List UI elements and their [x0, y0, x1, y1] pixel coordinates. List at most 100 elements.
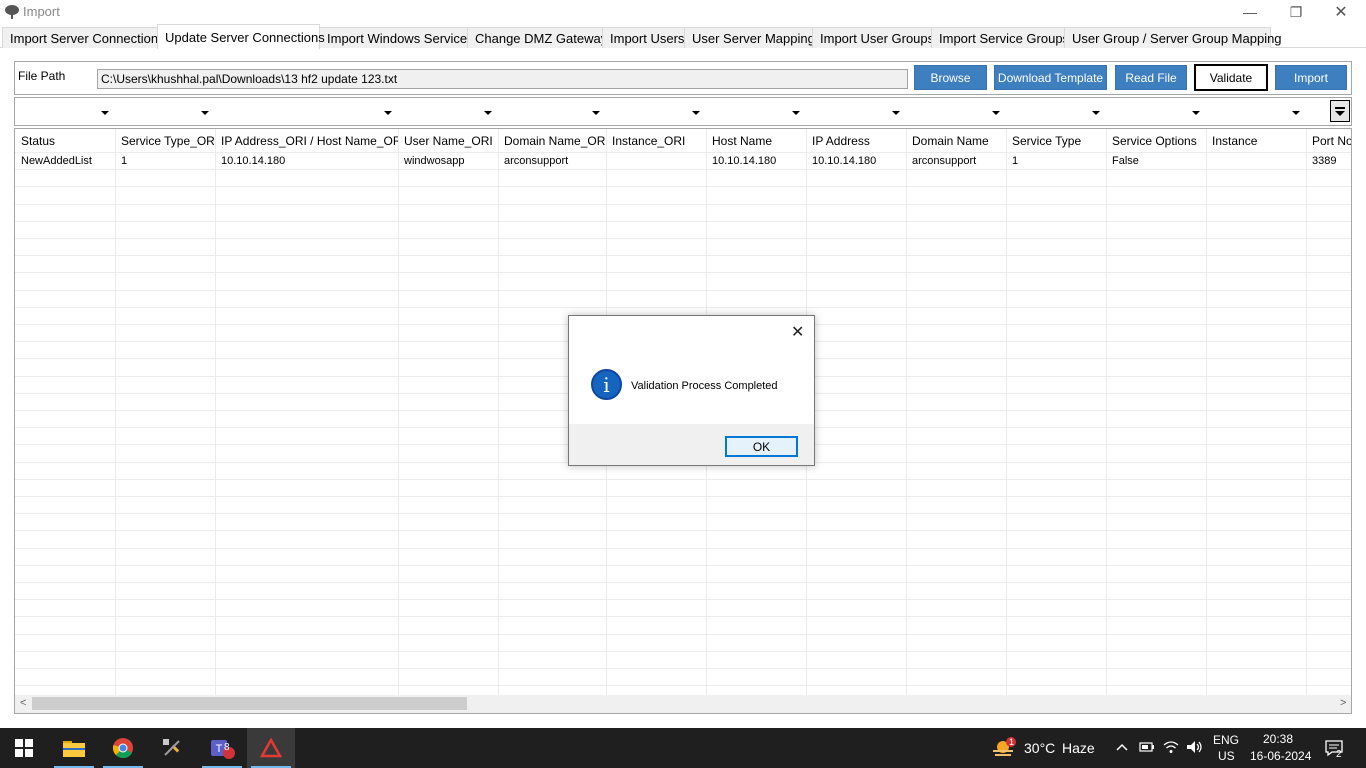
validate-button[interactable]: Validate: [1194, 64, 1268, 91]
grid-row-divider: [15, 255, 1351, 256]
dialog-close-button[interactable]: ✕: [791, 322, 804, 342]
table-cell[interactable]: 1: [115, 153, 215, 170]
table-cell[interactable]: False: [1106, 153, 1206, 170]
close-window-button[interactable]: ✕: [1318, 0, 1364, 24]
column-header-host-name[interactable]: Host Name: [706, 129, 806, 151]
start-button[interactable]: [0, 728, 48, 768]
grid-column-divider: [398, 129, 399, 695]
column-header-domain-name[interactable]: Domain Name: [906, 129, 1006, 151]
column-header-ip-address-ori[interactable]: IP Address_ORI / Host Name_ORI: [215, 129, 398, 151]
column-header-service-options[interactable]: Service Options: [1106, 129, 1206, 151]
read-file-button[interactable]: Read File: [1115, 65, 1187, 90]
volume-icon[interactable]: [1186, 740, 1204, 754]
wifi-icon[interactable]: [1163, 740, 1179, 754]
filter-dropdown-host-name[interactable]: [792, 111, 800, 115]
window-title: Import: [23, 4, 60, 19]
column-header-ip-address[interactable]: IP Address: [806, 129, 906, 151]
table-cell[interactable]: [606, 153, 706, 170]
column-header-status[interactable]: Status: [15, 129, 115, 151]
info-icon: i: [591, 369, 622, 400]
taskbar-tools[interactable]: [148, 728, 196, 768]
download-template-button[interactable]: Download Template: [994, 65, 1107, 90]
column-header-instance-ori[interactable]: Instance_ORI: [606, 129, 706, 151]
ok-button[interactable]: OK: [725, 436, 798, 457]
grid-column-divider: [1306, 129, 1307, 695]
table-cell[interactable]: 3389: [1306, 153, 1351, 170]
grid-column-divider: [1206, 129, 1207, 695]
table-cell[interactable]: arconsupport: [498, 153, 606, 170]
filter-toggle-button[interactable]: [1330, 100, 1350, 122]
filter-dropdown-instance[interactable]: [1292, 111, 1300, 115]
windows-logo-icon: [15, 739, 33, 757]
filter-dropdown-service-options[interactable]: [1192, 111, 1200, 115]
column-header-user-name-ori[interactable]: User Name_ORI: [398, 129, 498, 151]
grid-row-divider: [15, 307, 1351, 308]
file-path-input[interactable]: C:\Users\khushhal.pal\Downloads\13 hf2 u…: [97, 69, 908, 89]
table-cell[interactable]: windwosapp: [398, 153, 498, 170]
column-header-domain-name-ori[interactable]: Domain Name_ORI: [498, 129, 606, 151]
tab-user-server-mapping[interactable]: User Server Mapping: [684, 27, 815, 48]
table-cell[interactable]: 10.10.14.180: [706, 153, 806, 170]
table-cell[interactable]: 1: [1006, 153, 1106, 170]
column-header-instance[interactable]: Instance: [1206, 129, 1306, 151]
chevron-up-icon[interactable]: [1116, 742, 1128, 752]
filter-dropdown-ip-address[interactable]: [892, 111, 900, 115]
minimize-button[interactable]: —: [1227, 0, 1273, 24]
keyboard-layout[interactable]: US: [1218, 749, 1235, 763]
scroll-left-arrow-icon[interactable]: <: [20, 697, 26, 709]
tab-import-windows-services[interactable]: Import Windows Services: [319, 27, 474, 48]
tab-import-users[interactable]: Import Users: [602, 27, 685, 48]
grid-row-divider: [15, 479, 1351, 480]
grid-row-divider: [15, 496, 1351, 497]
column-header-service-type[interactable]: Service Type: [1006, 129, 1106, 151]
dialog-message: Validation Process Completed: [631, 380, 778, 392]
grid-column-divider: [115, 129, 116, 695]
clock-time[interactable]: 20:38: [1263, 732, 1293, 746]
horizontal-scrollbar[interactable]: < >: [15, 695, 1351, 713]
taskbar-teams[interactable]: T 8: [198, 728, 246, 768]
filter-dropdown-service-type-ori[interactable]: [201, 111, 209, 115]
filter-dropdown-domain-name-ori[interactable]: [592, 111, 600, 115]
weather-widget[interactable]: 1: [982, 728, 1026, 768]
table-cell[interactable]: NewAddedList: [15, 153, 115, 170]
scroll-right-arrow-icon[interactable]: >: [1340, 697, 1346, 709]
restore-button[interactable]: ❐: [1273, 0, 1319, 24]
table-cell[interactable]: arconsupport: [906, 153, 1006, 170]
weather-condition[interactable]: Haze: [1062, 740, 1095, 756]
language-indicator[interactable]: ENG: [1213, 733, 1239, 747]
filter-dropdown-service-type[interactable]: [1092, 111, 1100, 115]
battery-icon[interactable]: [1139, 741, 1155, 753]
table-cell[interactable]: [1206, 153, 1306, 170]
tab-import-service-groups[interactable]: Import Service Groups: [931, 27, 1069, 48]
column-header-service-type-ori[interactable]: Service Type_ORI: [115, 129, 215, 151]
grid-column-divider: [1006, 129, 1007, 695]
grid-row-divider: [15, 565, 1351, 566]
tab-user-group-server-group-mapping[interactable]: User Group / Server Group Mapping: [1064, 27, 1282, 48]
app-tree-icon: [5, 5, 19, 19]
clock-date[interactable]: 16-06-2024: [1250, 749, 1311, 763]
taskbar-chrome[interactable]: [99, 728, 147, 768]
teams-icon: T: [211, 740, 235, 759]
browse-button[interactable]: Browse: [914, 65, 987, 90]
column-header-port-no[interactable]: Port No: [1306, 129, 1351, 151]
tab-change-dmz-gateway[interactable]: Change DMZ Gateway: [467, 27, 607, 48]
grid-row-divider: [15, 152, 1351, 153]
import-button[interactable]: Import: [1275, 65, 1347, 90]
scrollbar-thumb[interactable]: [32, 697, 467, 710]
filter-dropdown-domain-name[interactable]: [992, 111, 1000, 115]
tab-update-server-connections[interactable]: Update Server Connections: [157, 24, 325, 49]
taskbar-file-explorer[interactable]: [50, 728, 98, 768]
filter-dropdown-user-name-ori[interactable]: [484, 111, 492, 115]
filter-dropdown-status[interactable]: [101, 111, 109, 115]
temperature[interactable]: 30°C: [1024, 740, 1055, 756]
file-path-label: File Path: [18, 69, 66, 83]
tab-import-server-connections[interactable]: Import Server Connections: [2, 27, 165, 48]
table-cell[interactable]: 10.10.14.180: [215, 153, 398, 170]
filter-dropdown-ip-address-ori[interactable]: [384, 111, 392, 115]
taskbar-active-app[interactable]: [247, 728, 295, 768]
table-cell[interactable]: 10.10.14.180: [806, 153, 906, 170]
filter-dropdown-instance-ori[interactable]: [692, 111, 700, 115]
grid-row-divider: [15, 238, 1351, 239]
weather-badge: 1: [1009, 737, 1015, 747]
tab-import-user-groups[interactable]: Import User Groups: [812, 27, 934, 48]
